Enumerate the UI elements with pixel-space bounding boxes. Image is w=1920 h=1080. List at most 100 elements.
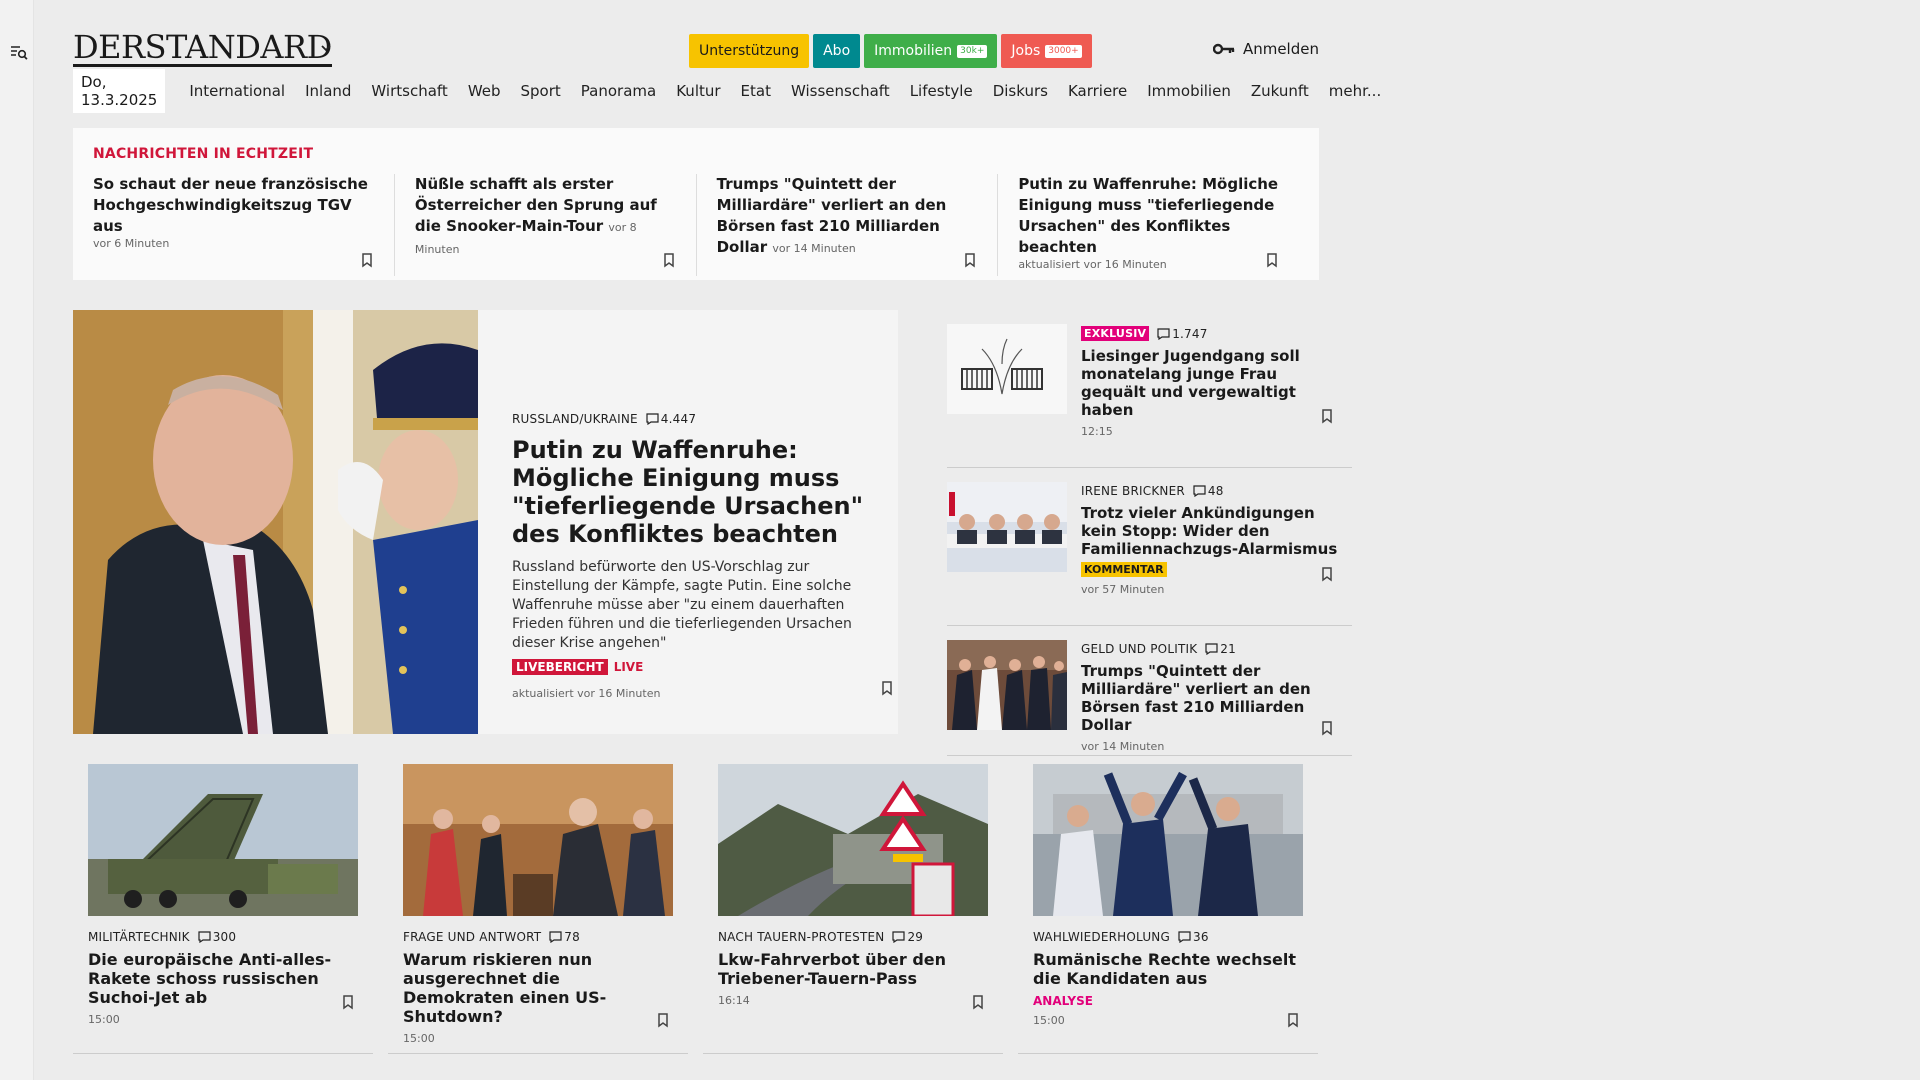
- teaser-time: vor 57 Minuten: [1081, 583, 1165, 596]
- kicker-text: IRENE BRICKNER: [1081, 484, 1185, 498]
- comments-link[interactable]: 21: [1205, 642, 1236, 656]
- card-image[interactable]: [403, 764, 673, 916]
- logo[interactable]: DERSTANDARD: [73, 30, 332, 67]
- lead-story[interactable]: RUSSLAND/UKRAINE 4.447 Putin zu Waffenru…: [73, 310, 898, 734]
- teaser-image[interactable]: [947, 324, 1067, 414]
- realtime-item[interactable]: Putin zu Waffenruhe: Mögliche Einigung m…: [997, 174, 1299, 276]
- article-card[interactable]: MILITÄRTECHNIK 300 Die europäische Anti-…: [73, 756, 373, 1054]
- nav-item-karriere[interactable]: Karriere: [1058, 82, 1137, 100]
- card-time: 15:00: [403, 1032, 435, 1045]
- card-image[interactable]: [718, 764, 988, 916]
- card-title[interactable]: Die europäische Anti-alles-Rakete schoss…: [88, 950, 358, 1007]
- page: DERSTANDARD Unterstützung Abo Immobilien…: [34, 0, 1920, 1080]
- lead-title[interactable]: Putin zu Waffenruhe: Mögliche Einigung m…: [512, 436, 872, 548]
- comments-link[interactable]: 300: [198, 930, 237, 944]
- comment-icon: [1193, 485, 1206, 497]
- comment-count: 78: [564, 930, 580, 944]
- card-title[interactable]: Lkw-Fahrverbot über den Triebener-Tauern…: [718, 950, 988, 988]
- nav-item-zukunft[interactable]: Zukunft: [1241, 82, 1319, 100]
- article-card[interactable]: FRAGE UND ANTWORT 78 Warum riskieren nun…: [388, 756, 688, 1054]
- card-image[interactable]: [88, 764, 358, 916]
- comment-count: 21: [1220, 642, 1236, 656]
- nav-item-lifestyle[interactable]: Lifestyle: [900, 82, 983, 100]
- lead-timestamp: aktualisiert vor 16 Minuten: [512, 687, 661, 700]
- nav-item-panorama[interactable]: Panorama: [571, 82, 666, 100]
- teaser-title[interactable]: Liesinger Jugendgang soll monatelang jun…: [1081, 347, 1346, 419]
- card-kicker: FRAGE UND ANTWORT 78: [403, 930, 673, 944]
- teaser-title[interactable]: Trumps "Quintett der Milliardäre" verlie…: [1081, 662, 1346, 734]
- card-image[interactable]: [1033, 764, 1303, 916]
- teaser-time: 12:15: [1081, 425, 1113, 438]
- nav-item-international[interactable]: International: [179, 82, 295, 100]
- comment-icon: [646, 413, 659, 425]
- nav-item-wirtschaft[interactable]: Wirtschaft: [361, 82, 457, 100]
- bookmark-icon[interactable]: [963, 252, 977, 268]
- bookmark-icon[interactable]: [1320, 408, 1334, 424]
- support-button[interactable]: Unterstützung: [689, 34, 810, 68]
- abo-button[interactable]: Abo: [813, 34, 861, 68]
- article-card[interactable]: NACH TAUERN-PROTESTEN 29 Lkw-Fahrverbot …: [703, 756, 1003, 1054]
- realtime-heading: NACHRICHTEN IN ECHTZEIT: [93, 146, 314, 162]
- nav-item-etat[interactable]: Etat: [731, 82, 781, 100]
- nav-item-sport[interactable]: Sport: [511, 82, 571, 100]
- immobilien-button[interactable]: Immobilien 30k+: [864, 34, 998, 68]
- comments-link[interactable]: 4.447: [646, 412, 696, 426]
- teaser-image[interactable]: [947, 482, 1067, 572]
- teaser-image[interactable]: [947, 640, 1067, 730]
- comment-count: 300: [212, 930, 237, 944]
- exclusive-badge: EXKLUSIV: [1081, 326, 1150, 341]
- nav-item-wissenschaft[interactable]: Wissenschaft: [781, 82, 900, 100]
- nav-item-more[interactable]: mehr...: [1319, 82, 1391, 100]
- side-teaser[interactable]: IRENE BRICKNER 48 Trotz vieler Ankündigu…: [947, 468, 1352, 626]
- card-time: 15:00: [1033, 1014, 1065, 1027]
- bookmark-icon[interactable]: [662, 252, 676, 268]
- lead-kicker: RUSSLAND/UKRAINE 4.447: [512, 412, 872, 426]
- nav-item-web[interactable]: Web: [458, 82, 511, 100]
- comments-link[interactable]: 48: [1193, 484, 1224, 498]
- bookmark-icon[interactable]: [971, 994, 985, 1010]
- side-teaser[interactable]: EXKLUSIV 1.747 Liesinger Jugendgang soll…: [947, 310, 1352, 468]
- comments-link[interactable]: 1.747: [1157, 327, 1207, 341]
- lead-image[interactable]: [73, 310, 478, 734]
- kicker-text: WAHLWIEDERHOLUNG: [1033, 930, 1170, 944]
- realtime-item[interactable]: Nüßle schafft als erster Österreicher de…: [393, 174, 696, 276]
- realtime-title: So schaut der neue französische Hochgesc…: [93, 175, 368, 235]
- realtime-news-box: NACHRICHTEN IN ECHTZEIT So schaut der ne…: [73, 128, 1319, 280]
- card-kicker: MILITÄRTECHNIK 300: [88, 930, 358, 944]
- bookmark-icon[interactable]: [1320, 566, 1334, 582]
- comment-count: 4.447: [660, 412, 697, 426]
- nav-item-inland[interactable]: Inland: [295, 82, 361, 100]
- chevron-down-icon[interactable]: [320, 42, 332, 54]
- nav-item-diskurs[interactable]: Diskurs: [983, 82, 1058, 100]
- search-menu-icon[interactable]: [10, 44, 28, 62]
- kicker-text: GELD UND POLITIK: [1081, 642, 1198, 656]
- bookmark-icon[interactable]: [1265, 252, 1279, 268]
- comments-link[interactable]: 29: [892, 930, 923, 944]
- nav-item-immobilien[interactable]: Immobilien: [1137, 82, 1241, 100]
- jobs-button[interactable]: Jobs 3000+: [1001, 34, 1092, 68]
- card-title[interactable]: Warum riskieren nun ausgerechnet die Dem…: [403, 950, 673, 1026]
- bookmark-icon[interactable]: [1286, 1012, 1300, 1028]
- nav-item-kultur[interactable]: Kultur: [666, 82, 730, 100]
- bookmark-icon[interactable]: [656, 1012, 670, 1028]
- side-teaser[interactable]: GELD UND POLITIK 21 Trumps "Quintett der…: [947, 626, 1352, 756]
- bookmark-icon[interactable]: [880, 680, 894, 696]
- realtime-title: Putin zu Waffenruhe: Mögliche Einigung m…: [1018, 175, 1279, 256]
- teaser-title[interactable]: Trotz vieler Ankündigungen kein Stopp: W…: [1081, 504, 1346, 558]
- realtime-list: So schaut der neue französische Hochgesc…: [93, 174, 1299, 276]
- realtime-item[interactable]: So schaut der neue französische Hochgesc…: [93, 174, 394, 276]
- article-cards: MILITÄRTECHNIK 300 Die europäische Anti-…: [73, 756, 1319, 1056]
- kicker-text: FRAGE UND ANTWORT: [403, 930, 542, 944]
- realtime-item[interactable]: Trumps "Quintett der Milliardäre" verlie…: [695, 174, 998, 276]
- login-label: Anmelden: [1242, 40, 1319, 58]
- bookmark-icon[interactable]: [360, 252, 374, 268]
- side-teasers: EXKLUSIV 1.747 Liesinger Jugendgang soll…: [947, 310, 1352, 756]
- bookmark-icon[interactable]: [341, 994, 355, 1010]
- article-card[interactable]: WAHLWIEDERHOLUNG 36 Rumänische Rechte we…: [1018, 756, 1318, 1054]
- pill-label: Unterstützung: [699, 43, 800, 59]
- card-title[interactable]: Rumänische Rechte wechselt die Kandidate…: [1033, 950, 1303, 988]
- login-button[interactable]: Anmelden: [1212, 40, 1319, 58]
- comments-link[interactable]: 78: [549, 930, 580, 944]
- comments-link[interactable]: 36: [1178, 930, 1209, 944]
- bookmark-icon[interactable]: [1320, 720, 1334, 736]
